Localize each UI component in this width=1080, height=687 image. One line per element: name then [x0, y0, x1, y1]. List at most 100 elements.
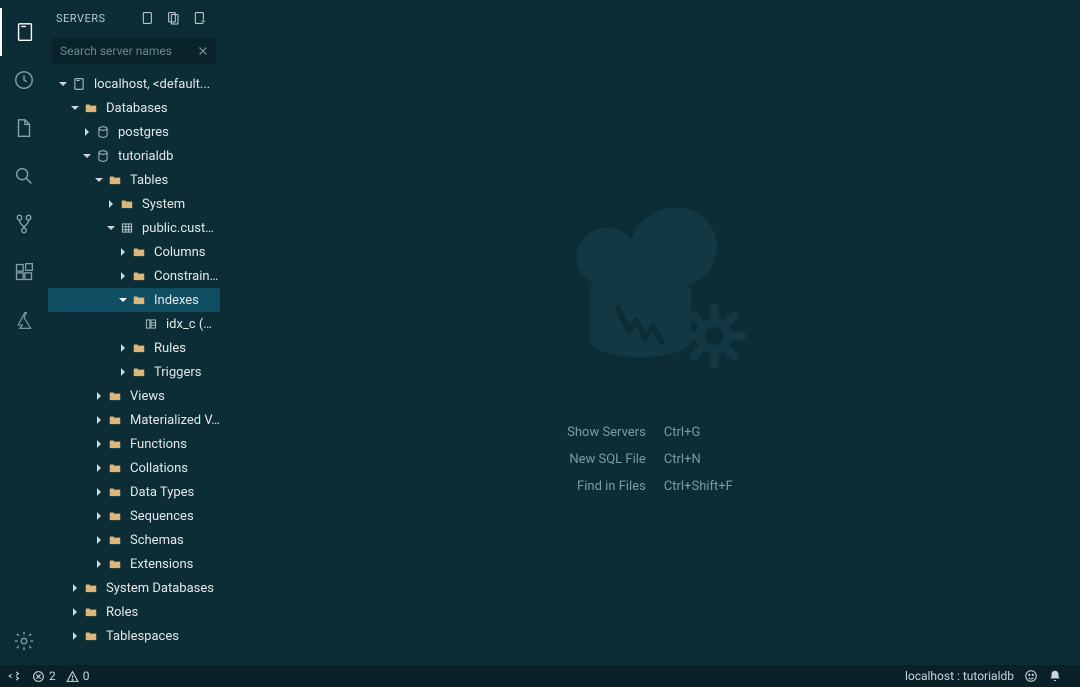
twisty-icon[interactable]	[68, 576, 82, 600]
twisty-icon[interactable]	[104, 192, 118, 216]
tree-sequences[interactable]: Sequences	[48, 504, 220, 528]
welcome-show-servers[interactable]: Show Servers	[567, 425, 646, 440]
sidebar: SERVERS localhost, <default...	[48, 0, 220, 665]
tree-tablespaces[interactable]: Tablespaces	[48, 624, 220, 648]
sidebar-search	[52, 38, 216, 64]
tree-label: Triggers	[154, 365, 201, 380]
tree-data-types[interactable]: Data Types	[48, 480, 220, 504]
folder-icon	[106, 483, 124, 501]
tree-constraints[interactable]: Constraints	[48, 264, 220, 288]
tree-index-idx-c[interactable]: idx_c (No...	[48, 312, 220, 336]
tree-label: Sequences	[130, 509, 194, 524]
tree-schemas[interactable]: Schemas	[48, 528, 220, 552]
tree-roles[interactable]: Roles	[48, 600, 220, 624]
twisty-icon[interactable]	[68, 96, 82, 120]
tree-system-databases[interactable]: System Databases	[48, 576, 220, 600]
tree-rules[interactable]: Rules	[48, 336, 220, 360]
tree-materialized-views[interactable]: Materialized V...	[48, 408, 220, 432]
tree-label: Collations	[130, 461, 188, 476]
twisty-icon[interactable]	[92, 528, 106, 552]
tree-views[interactable]: Views	[48, 384, 220, 408]
activity-history-icon[interactable]	[0, 56, 48, 104]
status-errors[interactable]: 2	[32, 669, 56, 683]
twisty-icon[interactable]	[116, 288, 130, 312]
tree-extensions[interactable]: Extensions	[48, 552, 220, 576]
activity-settings-icon[interactable]	[0, 617, 48, 665]
welcome-find-in-files[interactable]: Find in Files	[567, 479, 646, 494]
status-remote-icon[interactable]	[8, 669, 22, 683]
tree-db-tutorialdb[interactable]: tutorialdb	[48, 144, 220, 168]
tree-columns[interactable]: Columns	[48, 240, 220, 264]
twisty-icon[interactable]	[68, 624, 82, 648]
activity-source-control-icon[interactable]	[0, 200, 48, 248]
server-icon	[70, 75, 88, 93]
activity-servers-icon[interactable]	[0, 8, 48, 56]
twisty-icon[interactable]	[92, 432, 106, 456]
tree-label: Extensions	[130, 557, 193, 572]
activity-explorer-icon[interactable]	[0, 104, 48, 152]
folder-icon	[106, 171, 124, 189]
tree-label: Tablespaces	[106, 629, 179, 644]
status-feedback-icon[interactable]	[1024, 669, 1038, 683]
tree-tables[interactable]: Tables	[48, 168, 220, 192]
folder-icon	[82, 627, 100, 645]
tree-label: Constraints	[154, 269, 220, 284]
welcome-shortcuts: Show Servers Ctrl+G New SQL File Ctrl+N …	[567, 425, 733, 494]
twisty-icon[interactable]	[92, 408, 106, 432]
add-connection-icon[interactable]	[188, 6, 212, 30]
database-icon	[94, 147, 112, 165]
activity-search-icon[interactable]	[0, 152, 48, 200]
twisty-icon[interactable]	[92, 552, 106, 576]
table-icon	[118, 219, 136, 237]
twisty-icon[interactable]	[56, 72, 70, 96]
tree-triggers[interactable]: Triggers	[48, 360, 220, 384]
tree-label: postgres	[118, 125, 169, 140]
twisty-icon[interactable]	[116, 336, 130, 360]
tree-collations[interactable]: Collations	[48, 456, 220, 480]
tree-functions[interactable]: Functions	[48, 432, 220, 456]
welcome-logo-icon	[540, 171, 760, 395]
welcome-new-sql[interactable]: New SQL File	[567, 452, 646, 467]
status-notifications-icon[interactable]	[1048, 669, 1062, 683]
folder-icon	[130, 363, 148, 381]
twisty-icon[interactable]	[92, 168, 106, 192]
folder-icon	[118, 195, 136, 213]
search-clear-icon[interactable]	[194, 42, 212, 60]
tree-label: Indexes	[154, 293, 199, 308]
new-group-icon[interactable]	[162, 6, 186, 30]
folder-icon	[106, 459, 124, 477]
tree-label: Databases	[106, 101, 168, 116]
folder-icon	[106, 507, 124, 525]
activity-extensions-icon[interactable]	[0, 248, 48, 296]
status-connection-label: localhost : tutorialdb	[905, 669, 1014, 683]
twisty-icon[interactable]	[92, 384, 106, 408]
new-connection-icon[interactable]	[136, 6, 160, 30]
twisty-icon[interactable]	[116, 360, 130, 384]
activity-azure-icon[interactable]	[0, 296, 48, 344]
twisty-icon[interactable]	[92, 456, 106, 480]
search-input[interactable]	[52, 38, 216, 64]
tree-label: Roles	[106, 605, 138, 620]
twisty-icon[interactable]	[80, 144, 94, 168]
twisty-icon[interactable]	[92, 480, 106, 504]
twisty-icon[interactable]	[116, 264, 130, 288]
tree-db-postgres[interactable]: postgres	[48, 120, 220, 144]
tree-indexes[interactable]: Indexes	[48, 288, 220, 312]
folder-icon	[82, 603, 100, 621]
activity-bar	[0, 0, 48, 665]
status-warnings[interactable]: 0	[66, 669, 90, 683]
twisty-icon[interactable]	[68, 600, 82, 624]
tree-system[interactable]: System	[48, 192, 220, 216]
tree-server[interactable]: localhost, <default...	[48, 72, 220, 96]
folder-icon	[82, 99, 100, 117]
tree-databases[interactable]: Databases	[48, 96, 220, 120]
twisty-icon[interactable]	[80, 120, 94, 144]
twisty-icon[interactable]	[116, 240, 130, 264]
status-connection[interactable]: localhost : tutorialdb	[905, 669, 1014, 683]
twisty-icon[interactable]	[104, 216, 118, 240]
folder-icon	[130, 291, 148, 309]
folder-icon	[106, 435, 124, 453]
folder-icon	[130, 243, 148, 261]
twisty-icon[interactable]	[92, 504, 106, 528]
tree-table-public-customers[interactable]: public.custo...	[48, 216, 220, 240]
